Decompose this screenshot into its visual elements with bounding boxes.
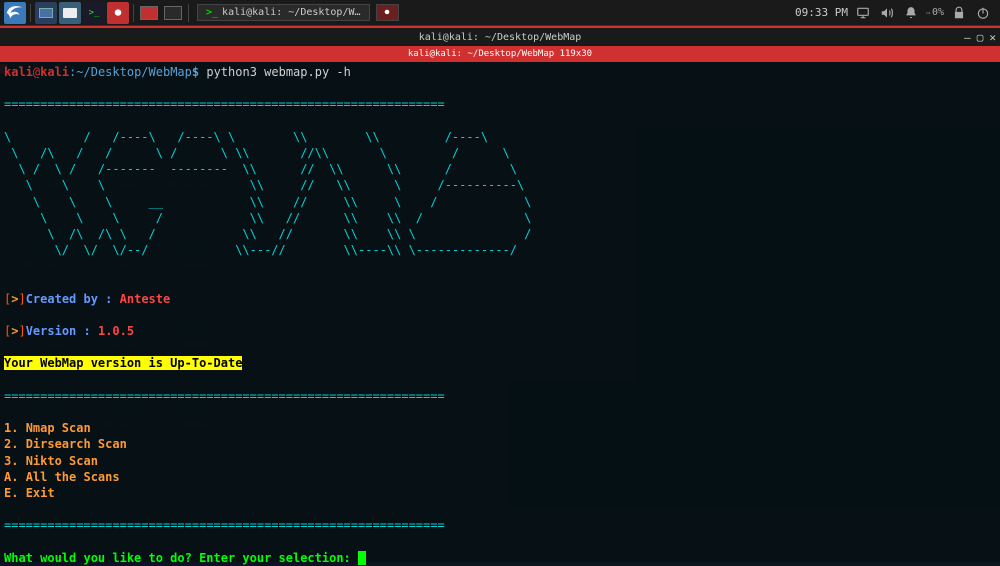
dock-separator (188, 4, 189, 22)
divider: ========================================… (4, 97, 445, 111)
selection-prompt: What would you like to do? Enter your se… (4, 551, 351, 565)
ascii-banner: \ / /----\ /----\ \ \\ \\ /----\ \ /\ / … (4, 130, 531, 257)
file-manager-icon[interactable] (59, 2, 81, 24)
panel-left: >_ ⏺ >_ kali@kali: ~/Desktop/W… ⏺ (0, 2, 399, 24)
taskbar-item-label: kali@kali: ~/Desktop/W… (222, 7, 360, 18)
workspace-2-icon[interactable] (162, 2, 184, 24)
terminal-tab[interactable]: kali@kali: ~/Desktop/WebMap 119x30 (0, 46, 1000, 62)
taskbar-item-terminal[interactable]: >_ kali@kali: ~/Desktop/W… (197, 4, 370, 21)
terminal-window: kali@kali: ~/Desktop/WebMap — ▢ ✕ kali@k… (0, 28, 1000, 562)
show-desktop-icon[interactable] (35, 2, 57, 24)
terminal-launcher-icon[interactable]: >_ (83, 2, 105, 24)
volume-icon[interactable] (878, 4, 896, 22)
divider: ========================================… (4, 389, 445, 403)
terminal-cursor (358, 551, 366, 565)
terminal-title: kali@kali: ~/Desktop/WebMap (0, 32, 1000, 43)
minimize-button[interactable]: — (964, 31, 971, 44)
terminal-titlebar[interactable]: kali@kali: ~/Desktop/WebMap — ▢ ✕ (0, 28, 1000, 46)
clock[interactable]: 09:33 PM (795, 6, 848, 19)
recorder-icon[interactable]: ⏺ (107, 2, 129, 24)
battery-percent: 0% (932, 7, 944, 18)
window-controls: — ▢ ✕ (964, 31, 996, 44)
terminal-content[interactable]: kali@kali:~/Desktop/WebMap$ python3 webm… (4, 64, 996, 566)
close-button[interactable]: ✕ (989, 31, 996, 44)
notification-icon[interactable] (902, 4, 920, 22)
display-icon[interactable] (854, 4, 872, 22)
power-icon[interactable] (974, 4, 992, 22)
divider: ========================================… (4, 518, 445, 532)
workspace-1-icon[interactable] (138, 2, 160, 24)
maximize-button[interactable]: ▢ (977, 31, 984, 44)
battery-icon[interactable]: 0% (926, 4, 944, 22)
status-banner: Your WebMap version is Up-To-Date (4, 356, 242, 370)
terminal-body[interactable]: kali@kali:~/Desktop/WebMap$ python3 webm… (0, 62, 1000, 562)
panel-right: 09:33 PM 0% (795, 4, 1000, 22)
taskbar-item-recorder[interactable]: ⏺ (376, 4, 399, 21)
top-panel: >_ ⏺ >_ kali@kali: ~/Desktop/W… ⏺ 09:33 … (0, 0, 1000, 26)
dock-separator (30, 4, 31, 22)
dock-separator (133, 4, 134, 22)
lock-icon[interactable] (950, 4, 968, 22)
kali-menu-icon[interactable] (4, 2, 26, 24)
